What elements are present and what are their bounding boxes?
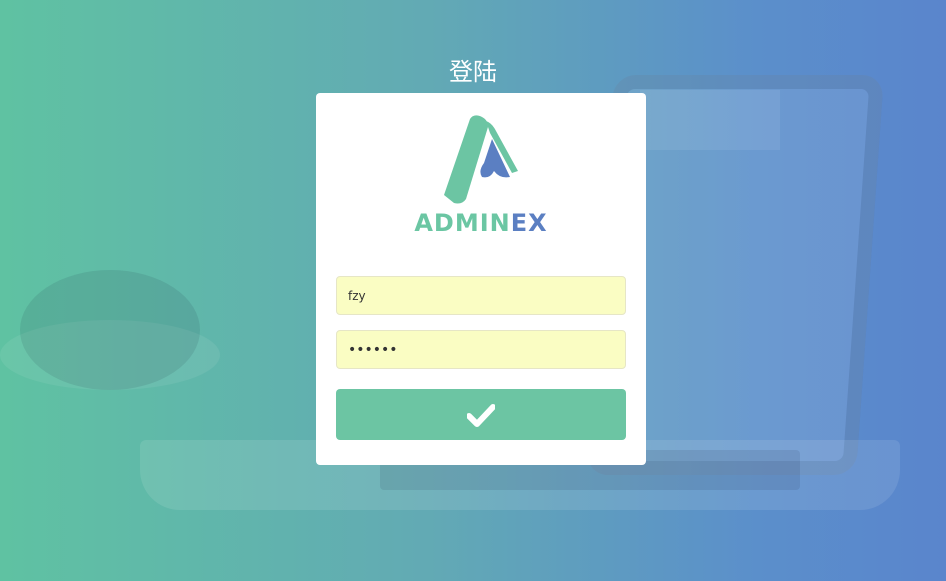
bg-cup bbox=[20, 270, 200, 390]
login-submit-button[interactable] bbox=[336, 389, 626, 440]
page-title: 登陆 bbox=[449, 58, 497, 86]
password-input[interactable] bbox=[336, 330, 626, 369]
brand-logo-text: ADMINEX bbox=[316, 209, 646, 237]
brand-name-part2: EX bbox=[510, 209, 548, 237]
logo-icon bbox=[444, 115, 518, 204]
brand-name-part1: ADMIN bbox=[414, 209, 511, 237]
login-card: ADMINEX bbox=[316, 93, 646, 465]
check-icon bbox=[467, 403, 495, 427]
username-input[interactable] bbox=[336, 276, 626, 315]
